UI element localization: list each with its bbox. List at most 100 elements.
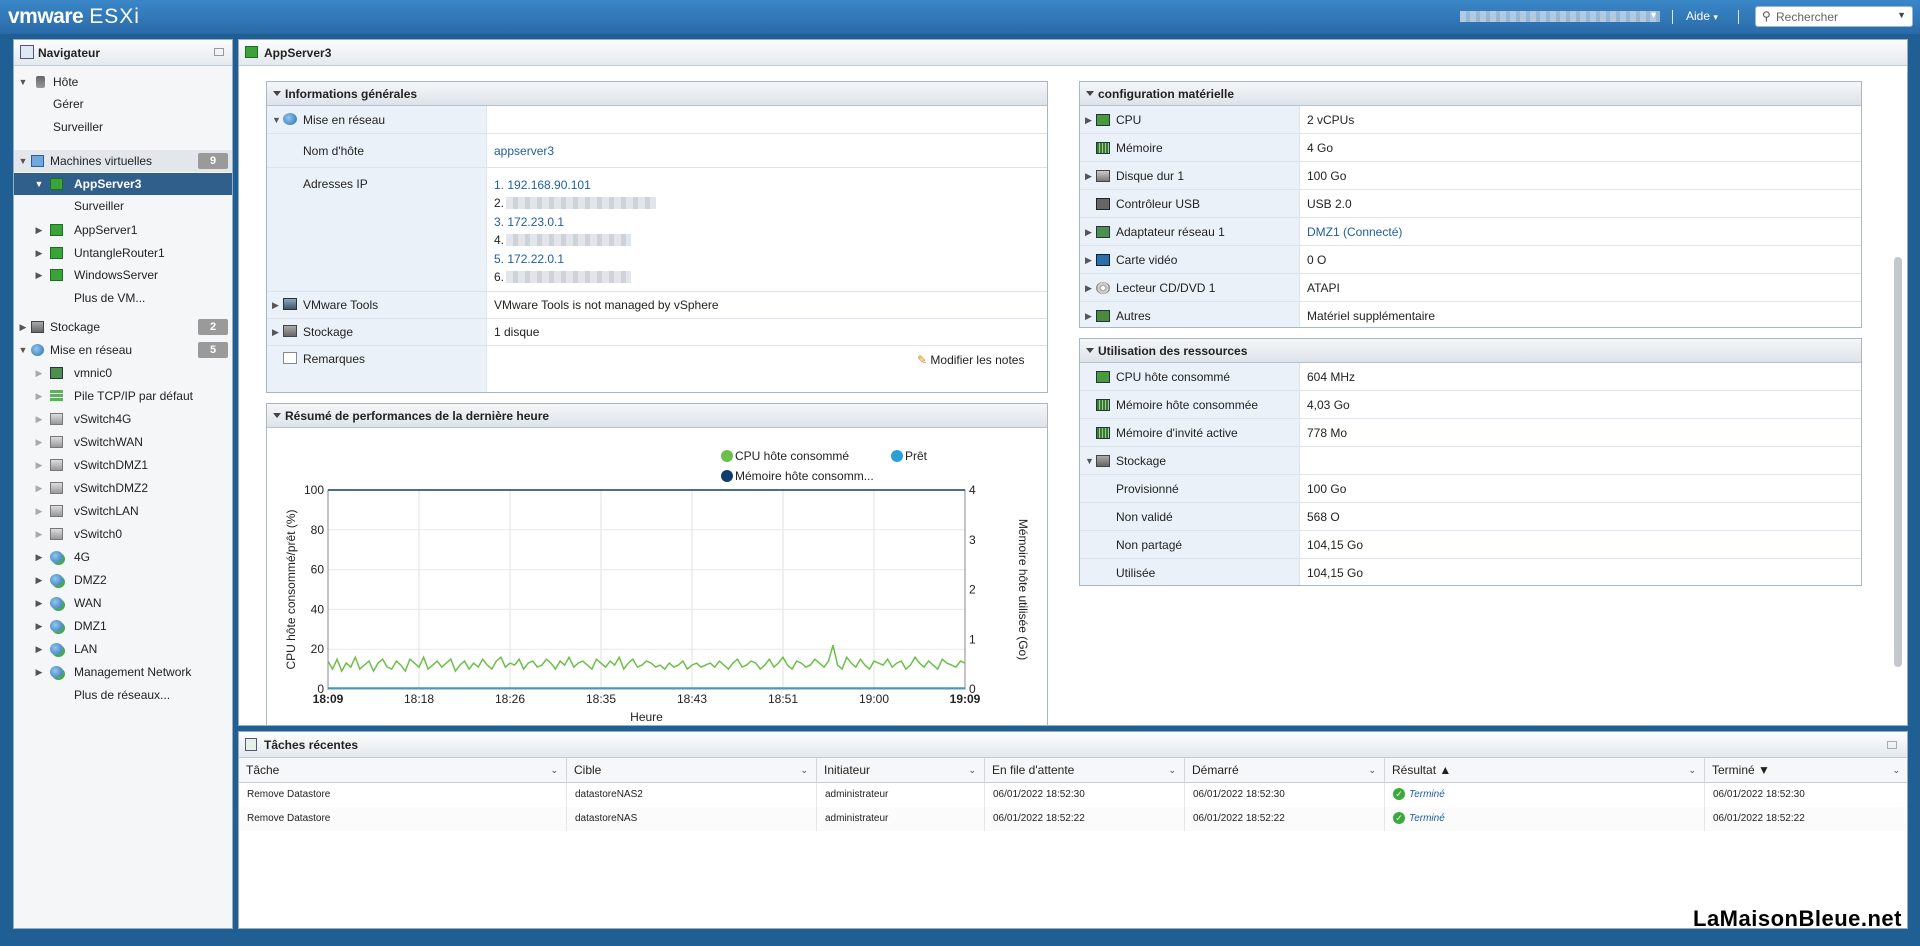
caret-right-icon[interactable]: ▶ — [34, 242, 44, 264]
nav-vm-appserver1[interactable]: ▶ AppServer1 — [14, 219, 232, 241]
hardware-row[interactable]: ▶ Autres Matériel supplémentaire — [1080, 302, 1861, 327]
caret-right-icon[interactable]: ▶ — [34, 523, 44, 545]
caret-right-icon[interactable]: ▶ — [272, 297, 279, 313]
col-completed-header[interactable]: Terminé ▼ ⌄ — [1705, 758, 1907, 783]
hardware-row[interactable]: ▶ Adaptateur réseau 1 DMZ1 (Connecté) — [1080, 218, 1861, 246]
chevron-down-icon[interactable]: ⌄ — [1368, 758, 1376, 783]
caret-right-icon[interactable]: ▶ — [34, 638, 44, 660]
caret-down-icon[interactable]: ▼ — [1085, 453, 1094, 469]
minimize-icon[interactable] — [214, 48, 224, 56]
chevron-down-icon[interactable]: ⌄ — [800, 758, 808, 783]
nav-host-manage[interactable]: Gérer — [14, 93, 232, 115]
hardware-row[interactable]: ▶ CPU 2 vCPUs — [1080, 106, 1861, 134]
col-result-header[interactable]: Résultat ▲ ⌄ — [1385, 758, 1705, 783]
nav-net-vswitch4g[interactable]: ▶ vSwitch4G — [14, 408, 232, 430]
nav-vms[interactable]: ▼ Machines virtuelles 9 — [14, 150, 232, 172]
ip-address[interactable]: 3. 172.23.0.1 — [494, 214, 564, 230]
chevron-down-icon[interactable]: ▾ — [1651, 10, 1656, 21]
performance-header[interactable]: Résumé de performances de la dernière he… — [267, 404, 1047, 428]
hardware-row[interactable]: ▶ Carte vidéo 0 O — [1080, 246, 1861, 274]
caret-right-icon[interactable]: ▶ — [34, 264, 44, 286]
ip-address[interactable]: 1. 192.168.90.101 — [494, 177, 591, 193]
chevron-down-icon[interactable]: ▼ — [1897, 10, 1906, 20]
nav-pg-wan[interactable]: ▶ WAN — [14, 592, 232, 614]
chevron-down-icon[interactable]: ⌄ — [550, 758, 558, 783]
caret-down-icon[interactable]: ▼ — [18, 71, 28, 93]
nav-host-monitor[interactable]: Surveiller — [14, 116, 232, 138]
vmware-tools-row[interactable]: ▶ VMware Tools VMware Tools is not manag… — [267, 292, 1047, 319]
networking-row[interactable]: ▼ Mise en réseau — [267, 106, 1047, 134]
chevron-down-icon[interactable]: ⌄ — [1892, 758, 1900, 783]
caret-down-icon[interactable]: ▼ — [34, 173, 44, 195]
nav-pg-dmz1[interactable]: ▶ DMZ1 — [14, 615, 232, 637]
nav-vm-untanglerouter1[interactable]: ▶ UntangleRouter1 — [14, 242, 232, 264]
storage-row[interactable]: ▶ Stockage 1 disque — [267, 319, 1047, 346]
nav-net-vswitchlan[interactable]: ▶ vSwitchLAN — [14, 500, 232, 522]
chevron-down-icon[interactable]: ⌄ — [968, 758, 976, 783]
nav-net-vswitchdmz1[interactable]: ▶ vSwitchDMZ1 — [14, 454, 232, 476]
hardware-row[interactable]: ▶ Lecteur CD/DVD 1 ATAPI — [1080, 274, 1861, 302]
edit-notes-button[interactable]: ✎ Modifier les notes — [917, 353, 1024, 367]
caret-right-icon[interactable]: ▶ — [1085, 308, 1092, 324]
caret-right-icon[interactable]: ▶ — [272, 324, 279, 340]
caret-right-icon[interactable]: ▶ — [34, 546, 44, 568]
caret-right-icon[interactable]: ▶ — [34, 615, 44, 637]
caret-down-icon[interactable]: ▼ — [272, 112, 281, 128]
nav-net-vswitch0[interactable]: ▶ vSwitch0 — [14, 523, 232, 545]
caret-right-icon[interactable]: ▶ — [1085, 280, 1092, 296]
caret-right-icon[interactable]: ▶ — [1085, 224, 1092, 240]
general-info-header[interactable]: Informations générales — [267, 82, 1047, 106]
caret-down-icon[interactable]: ▼ — [18, 339, 28, 361]
nav-more-vms[interactable]: Plus de VM... — [14, 287, 232, 309]
resource-row[interactable]: ▼ Stockage — [1080, 447, 1861, 475]
caret-right-icon[interactable]: ▶ — [34, 431, 44, 453]
table-row[interactable]: Remove Datastore datastoreNAS2 administrat… — [239, 783, 1907, 807]
nav-net-vswitchwan[interactable]: ▶ vSwitchWAN — [14, 431, 232, 453]
nav-net-vswitchdmz2[interactable]: ▶ vSwitchDMZ2 — [14, 477, 232, 499]
nav-networking[interactable]: ▼ Mise en réseau 5 — [14, 339, 232, 361]
resources-header[interactable]: Utilisation des ressources — [1080, 339, 1861, 363]
caret-right-icon[interactable]: ▶ — [34, 408, 44, 430]
caret-right-icon[interactable]: ▶ — [1085, 252, 1092, 268]
nav-pg-dmz2[interactable]: ▶ DMZ2 — [14, 569, 232, 591]
col-queued-header[interactable]: En file d'attente ⌄ — [985, 758, 1185, 783]
main-scrollbar[interactable] — [1894, 257, 1902, 667]
caret-right-icon[interactable]: ▶ — [34, 500, 44, 522]
chevron-down-icon[interactable]: ⌄ — [1688, 758, 1696, 783]
nav-vm-windowsserver[interactable]: ▶ WindowsServer — [14, 264, 232, 286]
nav-vm-monitor[interactable]: Surveiller — [14, 195, 232, 217]
hardware-header[interactable]: configuration matérielle — [1080, 82, 1861, 106]
col-initiator-header[interactable]: Initiateur ⌄ — [817, 758, 985, 783]
caret-right-icon[interactable]: ▶ — [1085, 168, 1092, 184]
nav-net-vmnic0[interactable]: ▶ vmnic0 — [14, 362, 232, 384]
ip-address[interactable]: 5. 172.22.0.1 — [494, 251, 564, 267]
hostname-link[interactable]: appserver3 — [494, 143, 554, 159]
network-link[interactable]: DMZ1 (Connecté) — [1307, 224, 1402, 240]
caret-right-icon[interactable]: ▶ — [34, 219, 44, 241]
nav-host[interactable]: ▼ Hôte — [14, 71, 232, 93]
caret-right-icon[interactable]: ▶ — [34, 362, 44, 384]
nav-pg-management[interactable]: ▶ Management Network — [14, 661, 232, 683]
nav-vm-appserver3[interactable]: ▼ AppServer3 — [14, 173, 232, 195]
col-target-header[interactable]: Cible ⌄ — [567, 758, 817, 783]
table-row[interactable]: Remove Datastore datastoreNAS administrate… — [239, 807, 1907, 831]
nav-pg-lan[interactable]: ▶ LAN — [14, 638, 232, 660]
user-menu[interactable] — [1460, 11, 1660, 22]
help-menu[interactable]: Aide ▾ — [1686, 9, 1718, 23]
caret-right-icon[interactable]: ▶ — [34, 661, 44, 683]
nav-net-tcpip[interactable]: ▶ Pile TCP/IP par défaut — [14, 385, 232, 407]
nav-storage[interactable]: ▶ Stockage 2 — [14, 316, 232, 338]
caret-right-icon[interactable]: ▶ — [1085, 112, 1092, 128]
caret-right-icon[interactable]: ▶ — [34, 569, 44, 591]
nav-more-networks[interactable]: Plus de réseaux... — [14, 684, 232, 706]
caret-right-icon[interactable]: ▶ — [18, 316, 28, 338]
caret-right-icon[interactable]: ▶ — [34, 592, 44, 614]
hardware-row[interactable]: ▶ Disque dur 1 100 Go — [1080, 162, 1861, 190]
caret-right-icon[interactable]: ▶ — [34, 454, 44, 476]
caret-right-icon[interactable]: ▶ — [34, 385, 44, 407]
caret-right-icon[interactable]: ▶ — [34, 477, 44, 499]
caret-down-icon[interactable]: ▼ — [18, 150, 28, 172]
chevron-down-icon[interactable]: ⌄ — [1168, 758, 1176, 783]
search-input[interactable]: ⚲ Rechercher ▼ — [1755, 6, 1913, 27]
col-task-header[interactable]: Tâche ⌄ — [239, 758, 567, 783]
